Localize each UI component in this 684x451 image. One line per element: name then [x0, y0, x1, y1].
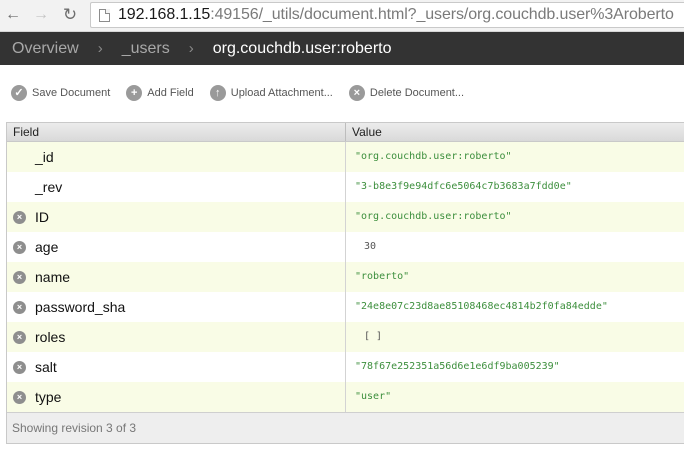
field-value[interactable]: "roberto": [345, 261, 684, 292]
address-bar[interactable]: 192.168.1.15:49156/_utils/document.html?…: [90, 2, 684, 28]
field-name: _id: [35, 148, 54, 165]
column-header-value: Value: [345, 123, 684, 142]
field-name: age: [35, 238, 59, 255]
field-value[interactable]: "org.couchdb.user:roberto": [345, 201, 684, 232]
table-header-row: Field Value: [7, 123, 684, 142]
save-document-label: Save Document: [32, 87, 111, 99]
field-name-cell[interactable]: × type: [7, 381, 346, 412]
column-header-field: Field: [7, 123, 346, 142]
document-fields-table: Field Value _id "org.couchdb.user:roberto…: [6, 122, 684, 444]
delete-field-icon[interactable]: ×: [13, 331, 26, 345]
field-value[interactable]: "user": [345, 381, 684, 412]
breadcrumb: Overview › _users › org.couchdb.user:rob…: [0, 32, 684, 65]
delete-field-icon[interactable]: ×: [13, 241, 26, 255]
delete-field-icon[interactable]: ×: [13, 211, 26, 225]
checkmark-icon: ✓: [11, 85, 27, 101]
table-row: × password_sha "24e8e07c23d8ae85108468ec48…: [7, 291, 684, 322]
table-row: _id "org.couchdb.user:roberto": [7, 141, 684, 172]
field-value[interactable]: "24e8e07c23d8ae85108468ec4814b2f0fa84edd…: [345, 291, 684, 322]
upload-attachment-button[interactable]: ↑ Upload Attachment...: [209, 85, 333, 101]
field-name: name: [35, 268, 71, 285]
field-name-cell[interactable]: × salt: [7, 351, 346, 382]
revision-status-bar: Showing revision 3 of 3: [7, 412, 684, 443]
table-row: × ID "org.couchdb.user:roberto": [7, 201, 684, 232]
revision-status-text: Showing revision 3 of 3: [12, 421, 137, 435]
back-arrow-icon[interactable]: ←: [2, 4, 24, 26]
delete-field-icon[interactable]: ×: [13, 391, 26, 405]
breadcrumb-separator: ›: [188, 40, 194, 57]
field-name-cell[interactable]: × roles: [7, 321, 346, 352]
table-row: × age 30: [7, 231, 684, 262]
field-name-cell[interactable]: _id: [7, 141, 346, 172]
url-text: 192.168.1.15:49156/_utils/document.html?…: [118, 6, 674, 23]
field-name: ID: [35, 208, 49, 225]
document-toolbar: ✓ Save Document + Add Field ↑ Upload Att…: [0, 82, 480, 104]
browser-toolbar: ← → ↻ 192.168.1.15:49156/_utils/document…: [0, 0, 684, 32]
close-icon: ×: [348, 85, 365, 101]
field-value[interactable]: [ ]: [345, 321, 684, 352]
add-field-label: Add Field: [147, 87, 194, 99]
table-row: _rev "3-b8e3f9e94dfc6e5064c7b3683a7fdd0e": [7, 171, 684, 202]
delete-field-icon[interactable]: ×: [13, 301, 26, 315]
table-row: × type "user": [7, 381, 684, 412]
field-value[interactable]: "3-b8e3f9e94dfc6e5064c7b3683a7fdd0e": [345, 171, 684, 202]
field-name: roles: [35, 328, 66, 345]
table-row: × salt "78f67e252351a56d6e1e6df9ba005239": [7, 351, 684, 382]
field-name: password_sha: [35, 298, 126, 315]
field-value[interactable]: "78f67e252351a56d6e1e6df9ba005239": [345, 351, 684, 382]
save-document-button[interactable]: ✓ Save Document: [11, 85, 110, 101]
field-name-cell[interactable]: × name: [7, 261, 346, 292]
forward-arrow-icon[interactable]: →: [30, 4, 52, 26]
field-name: _rev: [35, 178, 63, 195]
delete-field-icon[interactable]: ×: [13, 361, 26, 375]
table-row: × name "roberto": [7, 261, 684, 292]
delete-field-icon[interactable]: ×: [13, 271, 26, 285]
field-name: type: [35, 388, 62, 405]
field-name-cell[interactable]: × age: [7, 231, 346, 262]
field-name-cell[interactable]: × password_sha: [7, 291, 346, 322]
table-row: × roles [ ]: [7, 321, 684, 352]
breadcrumb-overview[interactable]: Overview: [12, 40, 79, 58]
reload-icon[interactable]: ↻: [59, 4, 81, 26]
delete-document-label: Delete Document...: [369, 87, 465, 99]
upload-arrow-icon: ↑: [209, 85, 226, 101]
add-field-button[interactable]: + Add Field: [126, 85, 194, 101]
field-name: salt: [35, 358, 57, 375]
breadcrumb-separator: ›: [97, 40, 103, 57]
field-name-cell[interactable]: × ID: [7, 201, 346, 232]
upload-attachment-label: Upload Attachment...: [230, 87, 333, 99]
page-icon: [99, 8, 110, 22]
delete-document-button[interactable]: × Delete Document...: [348, 85, 465, 101]
breadcrumb-database[interactable]: _users: [122, 40, 170, 58]
breadcrumb-document: org.couchdb.user:roberto: [212, 39, 392, 57]
field-value[interactable]: "org.couchdb.user:roberto": [345, 141, 684, 172]
field-name-cell[interactable]: _rev: [7, 171, 346, 202]
field-value[interactable]: 30: [345, 231, 684, 262]
plus-icon: +: [126, 85, 143, 101]
